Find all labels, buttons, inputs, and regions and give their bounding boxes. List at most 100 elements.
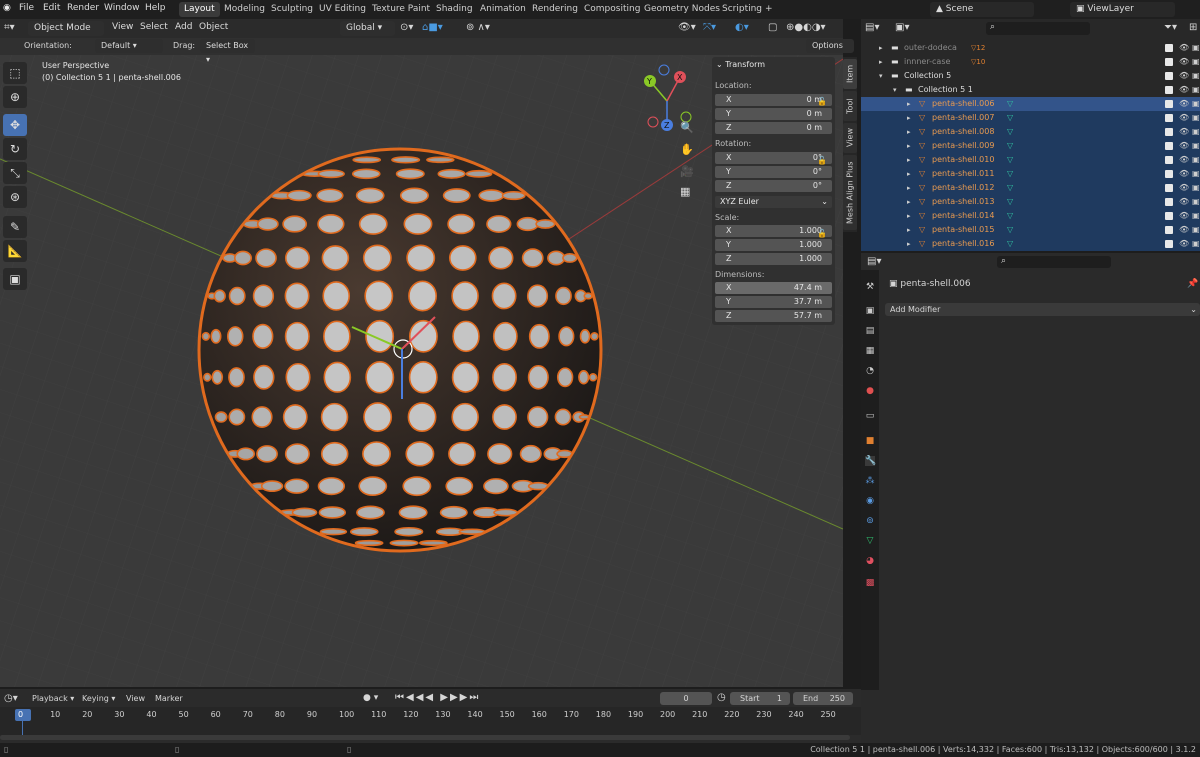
pivot-icon[interactable]: ⊙▾ bbox=[400, 22, 413, 33]
eye-icon[interactable]: 👁 bbox=[1179, 153, 1189, 167]
outliner-row[interactable]: ▸ ▽ penta-shell.008 ▽ 👁 ▣ bbox=[861, 125, 1200, 139]
tab-animation[interactable]: Animation bbox=[475, 2, 531, 17]
dimensions-x-field[interactable]: X 47.4 m bbox=[715, 282, 832, 294]
scene-tab-icon[interactable]: ◔ bbox=[865, 366, 875, 376]
display-mode-icon[interactable]: ▣▾ bbox=[895, 22, 909, 33]
eye-icon[interactable]: 👁 bbox=[1179, 181, 1189, 195]
filter-icon[interactable]: ⏷▾ bbox=[1164, 22, 1177, 33]
camera-icon[interactable]: ▣ bbox=[1192, 195, 1200, 209]
location-x-field[interactable]: X0 m bbox=[715, 94, 832, 106]
expand-arrow-icon[interactable]: ▾ bbox=[893, 83, 897, 97]
exclude-checkbox[interactable] bbox=[1165, 128, 1173, 136]
camera-icon[interactable]: ▣ bbox=[1192, 237, 1200, 251]
menu-select[interactable]: Select bbox=[140, 22, 168, 32]
cursor-tool-icon[interactable]: ⊕ bbox=[3, 86, 27, 108]
outliner-row[interactable]: ▸ ▽ penta-shell.016 ▽ 👁 ▣ bbox=[861, 237, 1200, 251]
visibility-icon[interactable]: 👁▾ bbox=[678, 22, 696, 33]
tool-tab-icon[interactable]: ⚒ bbox=[865, 282, 875, 292]
outliner-row[interactable]: ▸ ▽ penta-shell.007 ▽ 👁 ▣ bbox=[861, 111, 1200, 125]
dimensions-z-field[interactable]: Z 57.7 m bbox=[715, 310, 832, 322]
eye-icon[interactable]: 👁 bbox=[1179, 69, 1189, 83]
select-box-tool-icon[interactable]: ⬚ bbox=[3, 62, 27, 84]
camera-icon[interactable]: ▣ bbox=[1192, 69, 1200, 83]
location-y-field[interactable]: Y 0 m bbox=[715, 108, 832, 120]
expand-arrow-icon[interactable]: ▸ bbox=[907, 223, 911, 237]
exclude-checkbox[interactable] bbox=[1165, 44, 1173, 52]
mesh-data-icon[interactable]: ▽ bbox=[1007, 167, 1013, 181]
world-tab-icon[interactable]: ● bbox=[865, 386, 875, 396]
outliner[interactable]: ▤▾ ▣▾ ⌕ ⏷▾ ⊞ ▸ ▬ outer-dodeca ▽12 👁 ▣ ▸ ▬ innner… bbox=[861, 19, 1200, 251]
proportional-edit-icon[interactable]: ⊚ ∧▾ bbox=[466, 22, 490, 33]
exclude-checkbox[interactable] bbox=[1165, 240, 1173, 248]
mode-selector[interactable]: Object Mode ▾ bbox=[28, 21, 104, 48]
camera-icon[interactable]: ▣ bbox=[1192, 55, 1200, 69]
mesh-data-icon[interactable]: ▽ bbox=[1007, 139, 1013, 153]
expand-arrow-icon[interactable]: ▸ bbox=[907, 139, 911, 153]
menu-playback[interactable]: Playback ▾ bbox=[32, 694, 74, 703]
lock-icon[interactable]: 🔓 bbox=[817, 97, 827, 106]
expand-arrow-icon[interactable]: ▸ bbox=[907, 181, 911, 195]
mesh-data-icon[interactable]: ▽ bbox=[1007, 97, 1013, 111]
eye-icon[interactable]: 👁 bbox=[1179, 139, 1189, 153]
exclude-checkbox[interactable] bbox=[1165, 226, 1173, 234]
texture-tab-icon[interactable]: ▩ bbox=[865, 578, 875, 588]
eye-icon[interactable]: 👁 bbox=[1179, 125, 1189, 139]
orientation-selector[interactable]: Default ▾ bbox=[95, 39, 163, 53]
timeline-editor-icon[interactable]: ◷▾ bbox=[4, 693, 18, 704]
eye-icon[interactable]: 👁 bbox=[1179, 111, 1189, 125]
properties-search-input[interactable]: ⌕ bbox=[997, 256, 1111, 268]
outliner-row[interactable]: ▸ ▽ penta-shell.015 ▽ 👁 ▣ bbox=[861, 223, 1200, 237]
exclude-checkbox[interactable] bbox=[1165, 170, 1173, 178]
location-z-field[interactable]: Z 0 m bbox=[715, 122, 832, 134]
clock-icon[interactable]: ◷ bbox=[717, 692, 726, 703]
exclude-checkbox[interactable] bbox=[1165, 86, 1173, 94]
camera-icon[interactable]: ▣ bbox=[1192, 125, 1200, 139]
eye-icon[interactable]: 👁 bbox=[1179, 237, 1189, 251]
record-icon[interactable]: ● ▾ bbox=[363, 693, 378, 703]
outliner-row[interactable]: ▸ ▽ penta-shell.009 ▽ 👁 ▣ bbox=[861, 139, 1200, 153]
render-tab-icon[interactable]: ▣ bbox=[865, 306, 875, 316]
collection-tab-icon[interactable]: ▭ bbox=[865, 411, 875, 421]
measure-tool-icon[interactable]: 📐 bbox=[3, 240, 27, 262]
outliner-row[interactable]: ▸ ▽ penta-shell.012 ▽ 👁 ▣ bbox=[861, 181, 1200, 195]
tab-shading[interactable]: Shading bbox=[431, 2, 478, 17]
camera-icon[interactable]: ▣ bbox=[1192, 223, 1200, 237]
zoom-icon[interactable]: 🔍 bbox=[680, 121, 694, 134]
camera-icon[interactable]: ▣ bbox=[1192, 167, 1200, 181]
outliner-row[interactable]: ▸ ▽ penta-shell.013 ▽ 👁 ▣ bbox=[861, 195, 1200, 209]
tab-compositing[interactable]: Compositing bbox=[579, 2, 645, 17]
snap-icon[interactable]: ⌂■▾ bbox=[422, 22, 443, 33]
tab-view[interactable]: View bbox=[843, 123, 857, 153]
scale-x-field[interactable]: X 1.000 bbox=[715, 225, 832, 237]
menu-keying[interactable]: Keying ▾ bbox=[82, 694, 115, 703]
outliner-row[interactable]: ▸ ▬ outer-dodeca ▽12 👁 ▣ bbox=[861, 41, 1200, 55]
menu-add[interactable]: Add bbox=[175, 22, 192, 32]
exclude-checkbox[interactable] bbox=[1165, 212, 1173, 220]
scale-tool-icon[interactable]: ⤡ bbox=[3, 162, 27, 184]
camera-icon[interactable]: 🎥 bbox=[680, 165, 694, 178]
tab-rendering[interactable]: Rendering bbox=[527, 2, 583, 17]
end-frame-field[interactable]: End 250 bbox=[793, 692, 853, 705]
start-frame-field[interactable]: Start 1 bbox=[730, 692, 790, 705]
exclude-checkbox[interactable] bbox=[1165, 184, 1173, 192]
xray-icon[interactable]: ▢ bbox=[768, 22, 777, 33]
properties-editor-icon[interactable]: ▤▾ bbox=[867, 256, 881, 267]
options-button[interactable]: Options ▾ bbox=[806, 39, 854, 64]
mesh-data-icon[interactable]: ▽ bbox=[1007, 223, 1013, 237]
eye-icon[interactable]: 👁 bbox=[1179, 195, 1189, 209]
eye-icon[interactable]: 👁 bbox=[1179, 209, 1189, 223]
rotation-y-field[interactable]: Y 0° bbox=[715, 166, 832, 178]
tab-geometry-nodes[interactable]: Geometry Nodes bbox=[639, 2, 725, 17]
camera-icon[interactable]: ▣ bbox=[1192, 209, 1200, 223]
expand-arrow-icon[interactable]: ▸ bbox=[907, 195, 911, 209]
camera-icon[interactable]: ▣ bbox=[1192, 139, 1200, 153]
eye-icon[interactable]: 👁 bbox=[1179, 41, 1189, 55]
outliner-row[interactable]: ▸ ▬ innner-case ▽10 👁 ▣ bbox=[861, 55, 1200, 69]
mesh-data-icon[interactable]: ▽ bbox=[1007, 237, 1013, 251]
pin-icon[interactable]: 📌 bbox=[1187, 279, 1198, 289]
rotation-z-field[interactable]: Z 0° bbox=[715, 180, 832, 192]
camera-icon[interactable]: ▣ bbox=[1192, 153, 1200, 167]
expand-arrow-icon[interactable]: ▾ bbox=[879, 69, 883, 83]
transform-panel-header[interactable]: ⌄ Transform bbox=[716, 60, 765, 69]
tab-layout[interactable]: Layout bbox=[179, 2, 220, 17]
